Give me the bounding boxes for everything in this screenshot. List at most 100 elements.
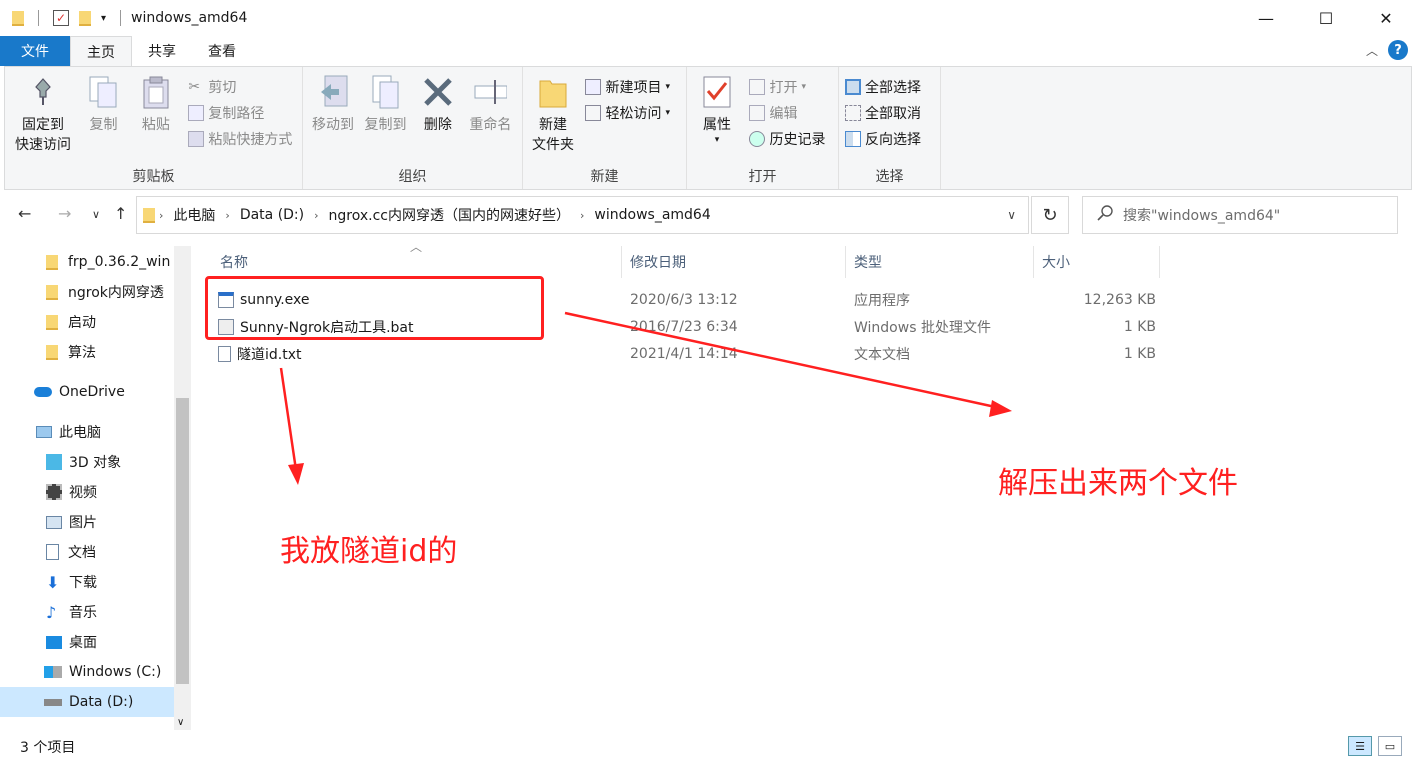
breadcrumb-this-pc[interactable]: 此电脑 <box>173 205 215 225</box>
scrollbar-thumb[interactable] <box>176 398 189 684</box>
copy-label: 复制 <box>89 117 118 133</box>
new-group: 新建 文件夹 新建项目 ▾ 轻松访问 ▾ 新建 <box>523 67 687 189</box>
forward-arrow-icon[interactable]: → <box>58 204 71 223</box>
address-bar[interactable]: › 此电脑 › Data (D:) › ngrox.cc内网穿透（国内的网速好些… <box>136 196 1029 234</box>
details-view-icon[interactable]: ☰ <box>1348 736 1372 756</box>
invert-selection-button[interactable]: 反向选择 <box>845 127 921 151</box>
chevron-down-icon: ▾ <box>665 108 670 118</box>
chevron-right-icon[interactable]: › <box>314 209 318 222</box>
file-row[interactable]: 隧道id.txt 2021/4/1 14:14 文本文档 1 KB <box>218 340 1158 367</box>
large-icons-view-icon[interactable]: ▭ <box>1378 736 1402 756</box>
open-button[interactable]: 打开 ▾ <box>749 75 825 99</box>
up-arrow-icon[interactable]: ↑ <box>114 204 127 223</box>
back-arrow-icon[interactable]: ← <box>18 204 31 223</box>
collapse-ribbon-icon[interactable]: ︿ <box>1366 42 1378 59</box>
paste-button[interactable]: 粘贴 <box>132 73 180 135</box>
column-header-name[interactable]: 名称 <box>192 246 622 278</box>
move-to-button[interactable]: 移动到 <box>309 73 357 135</box>
cut-button[interactable]: ✂ 剪切 <box>188 75 292 99</box>
move-to-label: 移动到 <box>312 117 354 133</box>
recent-locations-chevron-icon[interactable]: ∨ <box>92 208 100 221</box>
nav-item-label: 文档 <box>68 545 96 561</box>
document-icon <box>46 544 59 560</box>
film-icon <box>46 484 62 500</box>
paste-shortcut-label: 粘贴快捷方式 <box>208 132 293 148</box>
chevron-right-icon[interactable]: › <box>159 209 163 222</box>
address-dropdown-icon[interactable]: ∨ <box>1007 208 1016 222</box>
customize-dropdown-icon[interactable]: ▾ <box>101 13 106 24</box>
tab-home[interactable]: 主页 <box>70 36 132 66</box>
tab-share[interactable]: 共享 <box>132 36 192 66</box>
rename-button[interactable]: 重命名 <box>466 73 514 135</box>
properties-check-icon[interactable]: ✓ <box>53 10 69 26</box>
refresh-icon: ↻ <box>1042 204 1058 226</box>
minimize-button[interactable]: — <box>1236 0 1296 36</box>
edit-button[interactable]: 编辑 <box>749 101 825 125</box>
nav-item-label: 3D 对象 <box>69 455 122 471</box>
new-item-icon <box>585 79 602 95</box>
column-header-size[interactable]: 大小 <box>1034 246 1160 278</box>
new-item-button[interactable]: 新建项目 ▾ <box>585 75 670 99</box>
search-input[interactable]: 搜索"windows_amd64" <box>1082 196 1398 234</box>
easy-access-button[interactable]: 轻松访问 ▾ <box>585 101 670 125</box>
column-header-date[interactable]: 修改日期 <box>622 246 846 278</box>
tab-file[interactable]: 文件 <box>0 36 70 66</box>
select-all-button[interactable]: 全部选择 <box>845 75 921 99</box>
pin-quick-access-button[interactable]: 固定到 快速访问 <box>11 73 75 155</box>
search-placeholder: 搜索"windows_amd64" <box>1123 208 1281 224</box>
breadcrumb-windows-amd64[interactable]: windows_amd64 <box>594 207 710 223</box>
tab-view[interactable]: 查看 <box>192 36 252 66</box>
delete-button[interactable]: 删除 <box>414 73 462 135</box>
chevron-right-icon[interactable]: › <box>225 209 229 222</box>
history-button[interactable]: 历史记录 <box>749 127 825 151</box>
nav-item-frp[interactable]: frp_0.36.2_win <box>0 247 174 277</box>
nav-item-onedrive[interactable]: OneDrive <box>0 377 174 407</box>
easy-access-label: 轻松访问 <box>605 106 662 122</box>
paste-shortcut-button[interactable]: 粘贴快捷方式 <box>188 127 292 151</box>
nav-item-documents[interactable]: 文档 <box>0 537 174 567</box>
nav-item-label: 算法 <box>68 345 96 361</box>
breadcrumb-ngrok-folder[interactable]: ngrox.cc内网穿透（国内的网速好些） <box>329 205 570 225</box>
copy-to-button[interactable]: 复制到 <box>361 73 409 135</box>
copy-button[interactable]: 复制 <box>79 73 127 135</box>
column-header-type[interactable]: 类型 <box>846 246 1034 278</box>
nav-item-downloads[interactable]: ⬇ 下载 <box>0 567 174 597</box>
file-date: 2021/4/1 14:14 <box>630 345 738 362</box>
paste-icon <box>139 73 173 111</box>
scroll-down-icon[interactable]: ∨ <box>177 717 184 728</box>
item-count: 3 个项目 <box>20 739 76 756</box>
nav-item-data-d[interactable]: Data (D:) <box>0 687 174 717</box>
file-type: Windows 批处理文件 <box>854 319 991 336</box>
nav-item-ngrok[interactable]: ngrok内网穿透 <box>0 277 174 307</box>
nav-item-pictures[interactable]: 图片 <box>0 507 174 537</box>
select-none-button[interactable]: 全部取消 <box>845 101 921 125</box>
delete-label: 删除 <box>423 117 452 133</box>
nav-scrollbar[interactable]: ∨ <box>174 246 191 730</box>
clipboard-group: 固定到 快速访问 复制 粘贴 ✂ 剪切 复制路径 粘贴快捷方式 剪贴板 <box>5 67 303 189</box>
cloud-icon <box>34 387 52 397</box>
properties-button[interactable]: 属性 ▾ <box>693 73 741 145</box>
new-folder-button[interactable]: 新建 文件夹 <box>529 73 577 155</box>
copy-path-button[interactable]: 复制路径 <box>188 101 292 125</box>
column-headers: 名称 修改日期 类型 大小 <box>192 246 1160 278</box>
nav-item-startup[interactable]: 启动 <box>0 307 174 337</box>
nav-item-algorithms[interactable]: 算法 <box>0 337 174 367</box>
new-folder-icon <box>536 73 570 111</box>
nav-item-label: Windows (C:) <box>69 664 162 680</box>
help-icon[interactable]: ? <box>1388 40 1408 60</box>
nav-item-music[interactable]: ♪ 音乐 <box>0 597 174 627</box>
nav-item-desktop[interactable]: 桌面 <box>0 627 174 657</box>
nav-item-videos[interactable]: 视频 <box>0 477 174 507</box>
chevron-right-icon[interactable]: › <box>580 209 584 222</box>
close-button[interactable]: ✕ <box>1356 0 1416 36</box>
maximize-button[interactable]: ☐ <box>1296 0 1356 36</box>
history-label: 历史记录 <box>769 132 826 148</box>
breadcrumb-data-d[interactable]: Data (D:) <box>240 207 304 223</box>
history-icon <box>749 131 766 147</box>
copy-icon <box>86 73 120 111</box>
new-folder-icon[interactable] <box>79 10 91 26</box>
nav-item-3d-objects[interactable]: 3D 对象 <box>0 447 174 477</box>
nav-item-windows-c[interactable]: Windows (C:) <box>0 657 174 687</box>
nav-item-this-pc[interactable]: 此电脑 <box>0 417 174 447</box>
refresh-button[interactable]: ↻ <box>1031 196 1069 234</box>
